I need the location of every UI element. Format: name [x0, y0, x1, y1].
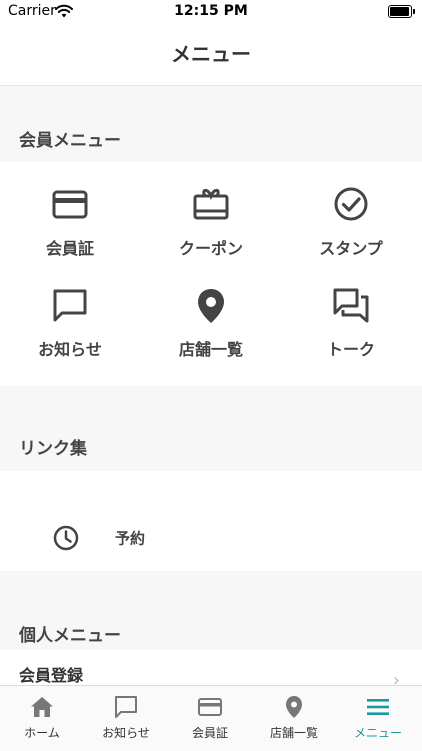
- tab-menu[interactable]: メニュー: [336, 686, 420, 751]
- tab-bar: ホーム お知らせ 会員証 店舗一覧 メニュー: [0, 685, 422, 751]
- message-icon: [53, 289, 87, 322]
- status-time: 12:15 PM: [174, 3, 248, 19]
- tab-label: 店舗一覧: [269, 726, 318, 740]
- tile-member-card[interactable]: 会員証: [0, 185, 140, 275]
- personal-item-label: 会員登録: [19, 666, 84, 685]
- tile-label: スタンプ: [319, 239, 383, 258]
- chat-icon: [333, 288, 369, 323]
- status-bar: Carrier 12:15 PM: [0, 0, 422, 24]
- section-title-member: 会員メニュー: [19, 131, 121, 151]
- tile-label: お知らせ: [38, 340, 102, 359]
- menu-icon: [367, 699, 389, 715]
- tile-news[interactable]: お知らせ: [0, 286, 140, 376]
- tab-store-list[interactable]: 店舗一覧: [252, 686, 336, 751]
- tab-label: メニュー: [353, 726, 402, 740]
- link-item-label: 予約: [115, 529, 146, 548]
- tab-label: ホーム: [24, 726, 60, 740]
- location-pin-icon: [286, 696, 302, 718]
- section-title-links: リンク集: [19, 439, 87, 459]
- home-icon: [31, 697, 53, 717]
- coupon-icon: [193, 188, 229, 220]
- section-header-member: 会員メニュー: [0, 86, 422, 162]
- tile-store-list[interactable]: 店舗一覧: [141, 286, 281, 376]
- tab-home[interactable]: ホーム: [0, 686, 84, 751]
- stamp-check-icon: [334, 187, 368, 221]
- card-icon: [52, 190, 88, 219]
- message-icon: [115, 696, 137, 718]
- tile-stamp[interactable]: スタンプ: [281, 185, 421, 275]
- tab-member-card[interactable]: 会員証: [168, 686, 252, 751]
- tile-label: トーク: [326, 340, 375, 359]
- section-header-links: リンク集: [0, 386, 422, 471]
- page-title: メニュー: [171, 42, 251, 66]
- tile-coupon[interactable]: クーポン: [141, 185, 281, 275]
- tab-label: お知らせ: [102, 726, 150, 740]
- section-header-personal: 個人メニュー: [0, 571, 422, 650]
- card-icon: [198, 698, 222, 716]
- clock-icon: [53, 525, 79, 551]
- tile-label: 会員証: [45, 239, 94, 258]
- tile-label: 店舗一覧: [178, 340, 243, 359]
- battery-icon: [388, 5, 415, 18]
- section-title-personal: 個人メニュー: [19, 626, 121, 646]
- link-item-reservation[interactable]: 予約: [0, 505, 422, 571]
- tile-label: クーポン: [178, 239, 243, 258]
- tab-label: 会員証: [191, 726, 228, 740]
- tile-talk[interactable]: トーク: [281, 286, 421, 376]
- personal-item-register[interactable]: 会員登録 ›: [0, 650, 422, 690]
- tab-news[interactable]: お知らせ: [84, 686, 168, 751]
- location-pin-icon: [198, 289, 224, 323]
